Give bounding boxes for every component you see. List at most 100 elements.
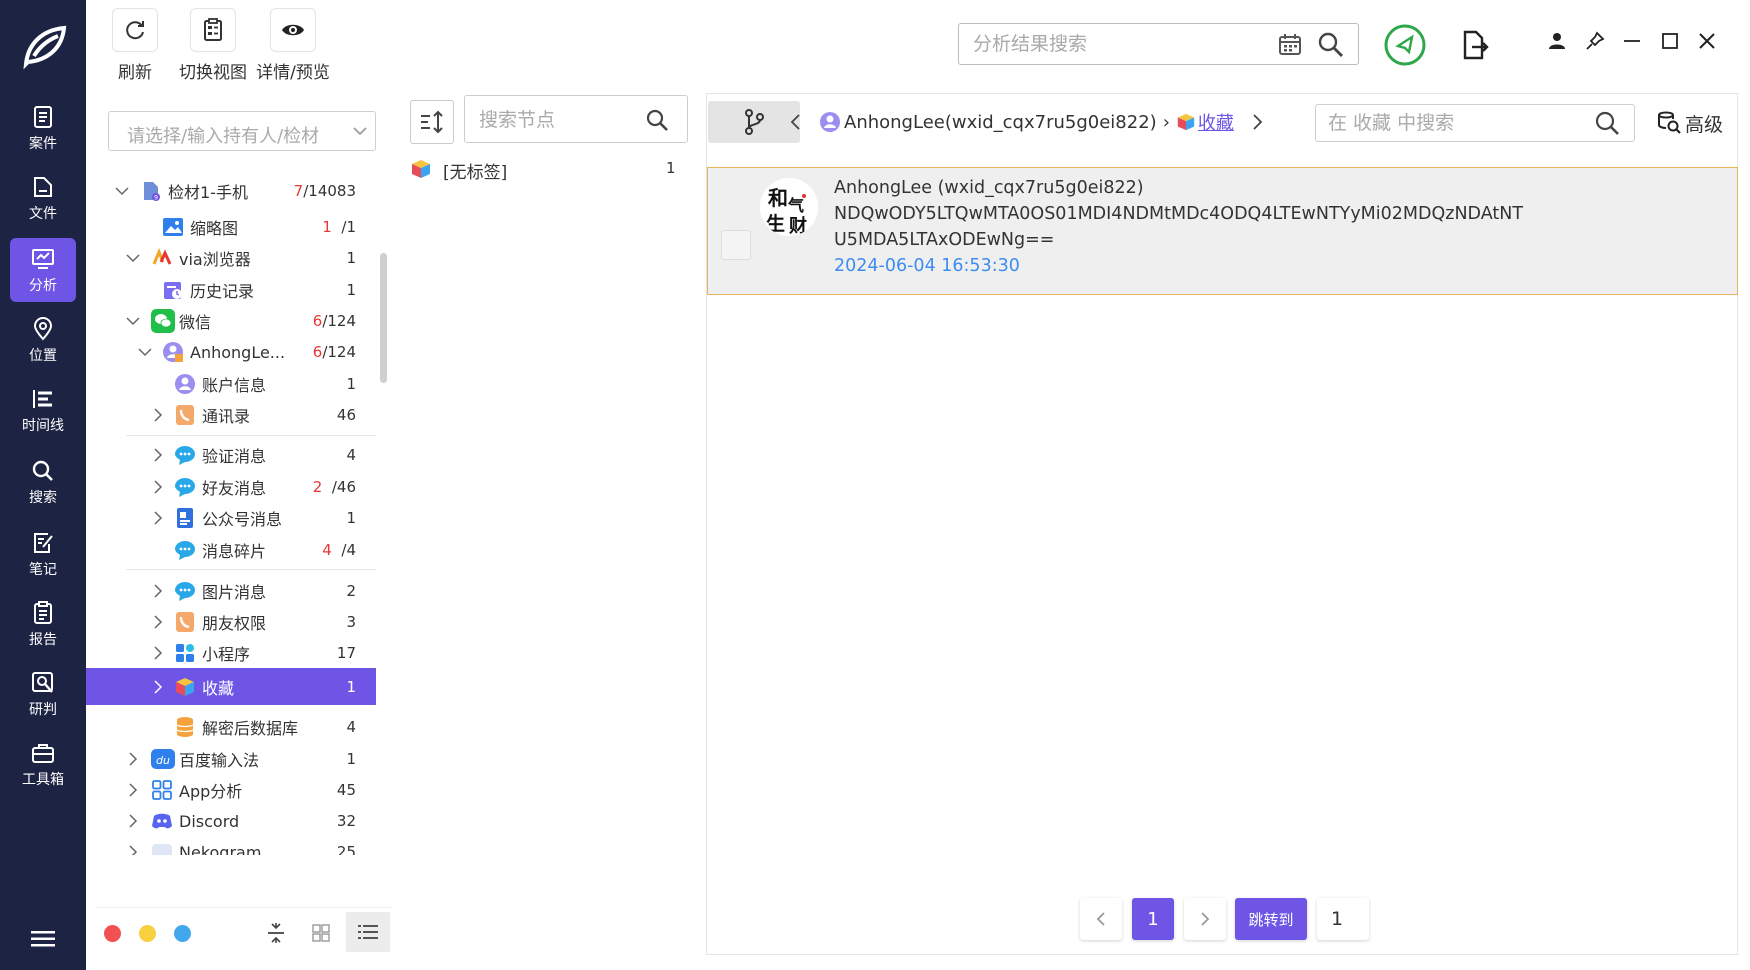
chevron-right-icon[interactable] <box>151 584 165 598</box>
menu-icon[interactable] <box>31 930 55 948</box>
switch-view-button[interactable]: 切换视图 <box>174 8 252 83</box>
chevron-down-icon[interactable] <box>138 345 152 359</box>
tree-node-contacts[interactable]: 通讯录 46 <box>96 399 376 431</box>
total-count: /1 <box>341 218 356 236</box>
chevron-right-icon[interactable] <box>151 646 165 660</box>
tag-item-untagged[interactable]: [无标签] 1 <box>410 155 690 183</box>
user-icon[interactable] <box>1546 30 1568 52</box>
close-icon[interactable] <box>1696 30 1718 52</box>
tree-node-baidu-ime[interactable]: du 百度输入法 1 <box>96 743 376 775</box>
breadcrumb-current[interactable]: 收藏 <box>1198 109 1234 135</box>
advanced-label: 高级 <box>1685 113 1724 136</box>
chevron-right-icon[interactable] <box>151 480 165 494</box>
status-shield-icon[interactable] <box>1383 23 1427 67</box>
tree-divider <box>126 435 376 436</box>
chevron-right-icon[interactable] <box>1250 113 1264 131</box>
tree-node-mini-programs[interactable]: 小程序 17 <box>96 637 376 669</box>
analysis-result-search-input[interactable] <box>973 32 1263 56</box>
rail-item-judge[interactable]: 研判 <box>10 662 76 726</box>
tree-node-thumbnail[interactable]: 缩略图 1 /1 <box>96 211 376 243</box>
branch-view-button[interactable] <box>708 101 800 143</box>
search-icon[interactable] <box>1594 110 1620 136</box>
unread-count: 4 <box>322 541 332 559</box>
minimize-icon[interactable] <box>1621 30 1643 52</box>
tree-node-friend-messages[interactable]: 好友消息 2 /46 <box>96 471 376 503</box>
page-button-1[interactable]: 1 <box>1132 898 1174 940</box>
red-dot-filter[interactable] <box>104 925 121 942</box>
tree-node-app-analysis[interactable]: App分析 45 <box>96 774 376 806</box>
rail-item-report[interactable]: 报告 <box>10 592 76 656</box>
detail-preview-button[interactable]: 详情/预览 <box>254 8 332 83</box>
tree-node-via-browser[interactable]: via浏览器 1 <box>96 242 376 274</box>
advanced-search-button[interactable]: 高级 <box>1657 108 1723 138</box>
tree-node-wechat[interactable]: 微信 6/124 <box>96 305 376 337</box>
prev-page-button[interactable] <box>1080 898 1122 940</box>
tree-scrollbar[interactable] <box>380 253 387 383</box>
rail-label: 搜索 <box>29 489 57 506</box>
chevron-right-icon[interactable] <box>151 408 165 422</box>
rail-item-case[interactable]: 案件 <box>10 96 76 160</box>
tree-node-evidence-phone[interactable]: 9 检材1-手机 7/14083 <box>96 175 376 207</box>
chevron-right-icon[interactable] <box>126 845 140 855</box>
tree-node-favorites[interactable]: 收藏 1 <box>86 668 376 705</box>
tree-node-image-messages[interactable]: 图片消息 2 <box>96 575 376 607</box>
chevron-right-icon[interactable] <box>151 615 165 629</box>
search-icon[interactable] <box>645 108 669 132</box>
chevron-down-icon[interactable] <box>126 251 140 265</box>
calendar-icon[interactable] <box>1277 32 1303 58</box>
tree-node-nekogram[interactable]: Nekogram 25 <box>96 835 376 855</box>
grid-view-icon[interactable] <box>312 924 330 942</box>
chevron-right-icon[interactable] <box>126 752 140 766</box>
collapse-icon[interactable] <box>266 922 286 944</box>
export-icon[interactable] <box>1461 29 1489 61</box>
yellow-dot-filter[interactable] <box>139 925 156 942</box>
search-icon[interactable] <box>1317 31 1345 59</box>
tree-node-label: 解密后数据库 <box>202 719 299 738</box>
breadcrumb-user[interactable]: AnhongLee(wxid_cqx7ru5g0ei822) <box>844 112 1157 133</box>
blue-dot-filter[interactable] <box>174 925 191 942</box>
node-search[interactable] <box>464 95 688 143</box>
pin-icon[interactable] <box>1584 30 1606 52</box>
scoped-search-input[interactable] <box>1328 111 1578 135</box>
rail-item-search[interactable]: 搜索 <box>10 450 76 514</box>
chevron-right-icon[interactable] <box>126 783 140 797</box>
maximize-icon[interactable] <box>1659 30 1681 52</box>
chevron-right-icon[interactable] <box>151 679 165 694</box>
rail-item-analysis[interactable]: 分析 <box>10 238 76 302</box>
chevron-left-icon[interactable] <box>789 113 803 131</box>
tree-node-history[interactable]: 历史记录 1 <box>96 274 376 306</box>
rail-item-location[interactable]: 位置 <box>10 308 76 372</box>
jump-page-input[interactable]: 1 <box>1317 898 1369 940</box>
chevron-down-icon[interactable] <box>126 314 140 328</box>
tree-panel: 请选择/输入持有人/检材 9 检材1-手机 7/14083 缩略图 1 /1 v… <box>86 93 392 953</box>
rail-item-notes[interactable]: 笔记 <box>10 522 76 586</box>
tree-node-wechat-account[interactable]: AnhongLe... 6/124 <box>96 336 376 368</box>
jump-to-button[interactable]: 跳转到 <box>1235 898 1307 940</box>
rail-item-toolbox[interactable]: 工具箱 <box>10 732 76 796</box>
tree-node-account-info[interactable]: 账户信息 1 <box>96 368 376 400</box>
owner-select[interactable]: 请选择/输入持有人/检材 <box>108 111 376 151</box>
tree-node-discord[interactable]: Discord 32 <box>96 805 376 837</box>
chevron-down-icon[interactable] <box>115 184 129 198</box>
notes-icon <box>34 532 53 553</box>
tree-node-friend-permissions[interactable]: 朋友权限 3 <box>96 606 376 638</box>
list-view-button[interactable] <box>346 912 390 952</box>
tree-node-message-fragments[interactable]: 消息碎片 4 /4 <box>96 534 376 566</box>
node-search-input[interactable] <box>479 108 639 132</box>
scoped-search[interactable] <box>1315 104 1635 142</box>
sort-button[interactable] <box>410 100 454 144</box>
chevron-right-icon[interactable] <box>126 814 140 828</box>
chevron-right-icon[interactable] <box>151 448 165 462</box>
rail-item-timeline[interactable]: 时间线 <box>10 378 76 442</box>
chevron-right-icon[interactable] <box>151 511 165 525</box>
tree-node-label: 收藏 <box>202 678 235 698</box>
tree-node-verify-messages[interactable]: 验证消息 4 <box>96 439 376 471</box>
analysis-result-search[interactable] <box>958 23 1359 65</box>
refresh-button[interactable]: 刷新 <box>96 8 174 83</box>
tree-node-decrypted-db[interactable]: 解密后数据库 4 <box>96 711 376 743</box>
tree-node-official-account-messages[interactable]: 公众号消息 1 <box>96 502 376 534</box>
result-checkbox[interactable] <box>721 230 751 260</box>
next-page-button[interactable] <box>1184 898 1226 940</box>
result-item[interactable]: 和气生财 AnhongLee (wxid_cqx7ru5g0ei822) NDQ… <box>707 167 1738 295</box>
rail-item-file[interactable]: 文件 <box>10 166 76 230</box>
